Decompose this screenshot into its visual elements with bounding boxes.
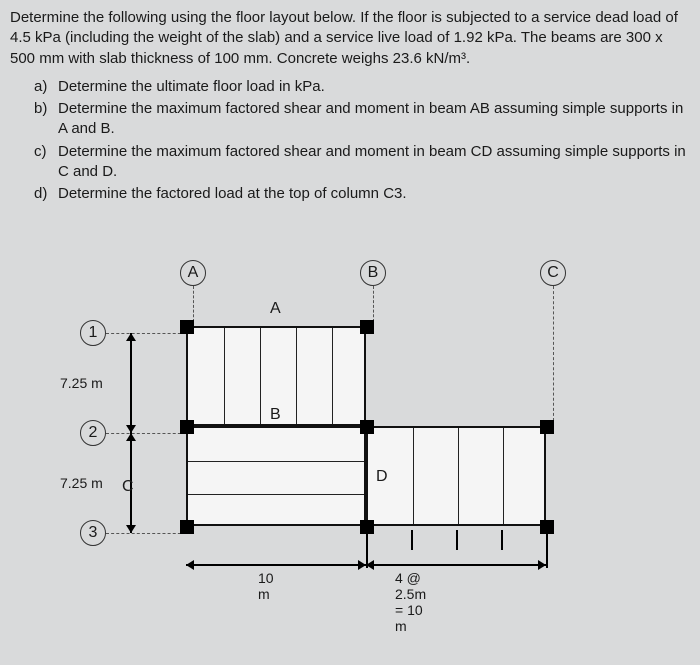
q-label: d) [34,184,58,204]
grid-col-a: A [180,260,206,286]
joist [458,428,459,524]
joist [188,494,364,495]
q-text: Determine the factored load at the top o… [58,184,690,204]
column-a1 [180,320,194,334]
grid-line [553,286,554,421]
q-text: Determine the maximum factored shear and… [58,142,690,183]
dim-10m-left: 10 m [258,570,274,602]
joist [224,328,225,424]
question-d: d) Determine the factored load at the to… [34,184,690,204]
joist [332,328,333,424]
dim-4at2-5m: 4 @ 2.5m = 10 m [395,570,426,634]
grid-col-c: C [540,260,566,286]
grid-row-2: 2 [80,420,106,446]
joist [260,328,261,424]
grid-row-1: 1 [80,320,106,346]
grid-line [193,286,194,322]
grid-row-3: 3 [80,520,106,546]
q-label: b) [34,99,58,140]
beam-a-label: A [270,300,281,318]
tick [366,530,368,568]
joist [188,461,364,462]
dim-arrow [538,560,546,570]
dim-line [366,564,546,566]
dim-line [130,333,132,433]
bay-b2-c3 [366,426,546,526]
tick [501,530,503,550]
grid-line [106,533,186,534]
question-a: a) Determine the ultimate floor load in … [34,77,690,97]
dim-7-25-lower: 7.25 m [60,475,103,491]
tick [411,530,413,550]
grid-col-b: B [360,260,386,286]
dim-7-25-upper: 7.25 m [60,375,103,391]
column-b1 [360,320,374,334]
joist [503,428,504,524]
column-a3 [180,520,194,534]
q-label: a) [34,77,58,97]
point-c-label: C [122,478,134,496]
question-list: a) Determine the ultimate floor load in … [34,77,690,205]
point-d-label: D [376,468,388,486]
beam-b-label: B [270,406,281,424]
question-c: c) Determine the maximum factored shear … [34,142,690,183]
dim-line [186,564,366,566]
grid-line [373,286,374,322]
dim-arrow [126,425,136,433]
joist [413,428,414,524]
column-b2 [360,420,374,434]
q-label: c) [34,142,58,183]
bay-a2-b3 [186,426,366,526]
column-a2 [180,420,194,434]
floor-layout-diagram: A B C 1 2 3 7.25 m 7.25 m C [60,260,660,660]
tick [546,530,548,568]
problem-intro: Determine the following using the floor … [10,8,690,69]
dim-arrow [358,560,366,570]
tick [456,530,458,550]
grid-line [106,333,186,334]
q-text: Determine the ultimate floor load in kPa… [58,77,690,97]
q-text: Determine the maximum factored shear and… [58,99,690,140]
grid-line [106,433,186,434]
question-b: b) Determine the maximum factored shear … [34,99,690,140]
joist [296,328,297,424]
dim-arrow [126,525,136,533]
column-c2 [540,420,554,434]
